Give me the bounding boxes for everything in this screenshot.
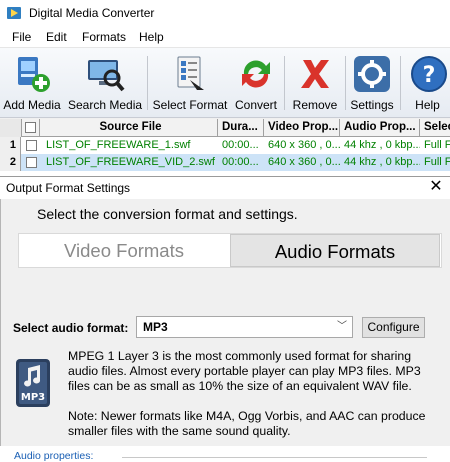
help-label: Help	[415, 98, 440, 112]
mp3-icon-label: MP3	[21, 392, 45, 403]
row-number: 2	[0, 154, 21, 171]
configure-button[interactable]: Configure	[362, 317, 425, 338]
select-format-icon	[177, 56, 204, 90]
table-row[interactable]: 1 LIST_OF_FREEWARE_1.swf 00:00... 640 x …	[0, 137, 450, 154]
add-media-icon	[18, 57, 50, 92]
main-window: Digital Media Converter File Edit Format…	[0, 0, 450, 176]
select-format-button[interactable]: Select Format	[152, 50, 228, 114]
select-all-checkbox[interactable]	[25, 122, 36, 133]
settings-label: Settings	[350, 98, 394, 112]
add-media-button[interactable]: Add Media	[2, 50, 62, 114]
add-media-label: Add Media	[3, 98, 61, 112]
toolbar-separator	[147, 56, 148, 110]
audio-properties-header: Audio properties:	[14, 450, 94, 462]
format-tabs: Video Formats Audio Formats	[18, 233, 442, 268]
chevron-down-icon: ﹀	[337, 321, 347, 332]
column-select[interactable]: Selec	[420, 119, 450, 137]
dialog-heading: Select the conversion format and setting…	[37, 206, 298, 222]
close-icon[interactable]: ✕	[426, 177, 446, 197]
output-format-dialog: Output Format Settings ✕ Select the conv…	[0, 176, 450, 462]
help-button[interactable]: ? Help	[405, 50, 450, 114]
audio-properties-cell: 44 khz , 0 kbp...	[344, 139, 420, 151]
help-icon: ?	[411, 56, 447, 92]
column-audio-properties[interactable]: Audio Prop...	[340, 119, 420, 137]
select-cell: Full F	[424, 139, 450, 151]
file-grid: Source File Dura... Video Prop... Audio …	[0, 119, 450, 176]
divider	[122, 457, 427, 458]
convert-label: Convert	[234, 98, 278, 112]
audio-format-value: MP3	[143, 320, 168, 334]
remove-label: Remove	[292, 98, 338, 112]
settings-button[interactable]: Settings	[349, 50, 395, 114]
toolbar-separator	[345, 56, 346, 110]
source-file-cell: LIST_OF_FREEWARE_1.swf	[46, 139, 191, 151]
row-checkbox[interactable]	[26, 140, 37, 151]
dialog-title-bar: Output Format Settings ✕	[0, 177, 450, 199]
settings-icon	[354, 56, 390, 92]
duration-cell: 00:00...	[222, 156, 259, 168]
dialog-body: Select the conversion format and setting…	[0, 199, 450, 462]
app-icon	[7, 7, 21, 19]
toolbar: Add Media Search Media Select Format Con…	[0, 48, 450, 118]
table-row[interactable]: 2 LIST_OF_FREEWARE_VID_2.swf 00:00... 64…	[0, 154, 450, 171]
column-video-properties[interactable]: Video Prop...	[264, 119, 340, 137]
svg-text:?: ?	[423, 63, 436, 88]
select-format-label: Select Format	[152, 98, 228, 112]
remove-button[interactable]: Remove	[290, 50, 340, 114]
tab-audio-formats[interactable]: Audio Formats	[230, 234, 440, 267]
audio-properties-cell: 44 khz , 0 kbp...	[344, 156, 420, 168]
source-file-cell: LIST_OF_FREEWARE_VID_2.swf	[46, 156, 215, 168]
search-media-icon	[88, 60, 125, 92]
row-checkbox[interactable]	[26, 157, 37, 168]
menu-bar: File Edit Formats Help	[0, 26, 450, 48]
toolbar-separator	[284, 56, 285, 110]
window-title: Digital Media Converter	[29, 6, 155, 20]
search-media-label: Search Media	[68, 98, 143, 112]
video-properties-cell: 640 x 360 , 0...	[268, 139, 340, 151]
menu-help[interactable]: Help	[139, 30, 164, 44]
menu-formats[interactable]: Formats	[82, 30, 126, 44]
select-cell: Full F	[424, 156, 450, 168]
mp3-file-icon: MP3	[16, 359, 50, 407]
toolbar-separator	[400, 56, 401, 110]
row-header-corner	[0, 119, 22, 137]
dialog-title: Output Format Settings	[6, 181, 131, 195]
audio-format-label: Select audio format:	[13, 321, 129, 335]
search-media-button[interactable]: Search Media	[68, 50, 142, 114]
video-properties-cell: 640 x 360 , 0...	[268, 156, 340, 168]
menu-file[interactable]: File	[12, 30, 31, 44]
select-all-column[interactable]	[22, 119, 40, 137]
column-source-file[interactable]: Source File	[40, 119, 218, 137]
format-description: MPEG 1 Layer 3 is the most commonly used…	[68, 349, 421, 393]
column-duration[interactable]: Dura...	[218, 119, 264, 137]
format-note: Note: Newer formats like M4A, Ogg Vorbis…	[68, 409, 426, 438]
tab-video-formats[interactable]: Video Formats	[19, 234, 229, 267]
duration-cell: 00:00...	[222, 139, 259, 151]
menu-edit[interactable]: Edit	[46, 30, 67, 44]
convert-icon	[242, 60, 270, 88]
audio-format-select[interactable]: MP3 ﹀	[136, 316, 353, 338]
convert-button[interactable]: Convert	[232, 50, 280, 114]
row-number: 1	[0, 137, 21, 154]
remove-icon	[301, 60, 329, 88]
title-bar: Digital Media Converter	[0, 0, 450, 26]
grid-header: Source File Dura... Video Prop... Audio …	[0, 119, 450, 137]
